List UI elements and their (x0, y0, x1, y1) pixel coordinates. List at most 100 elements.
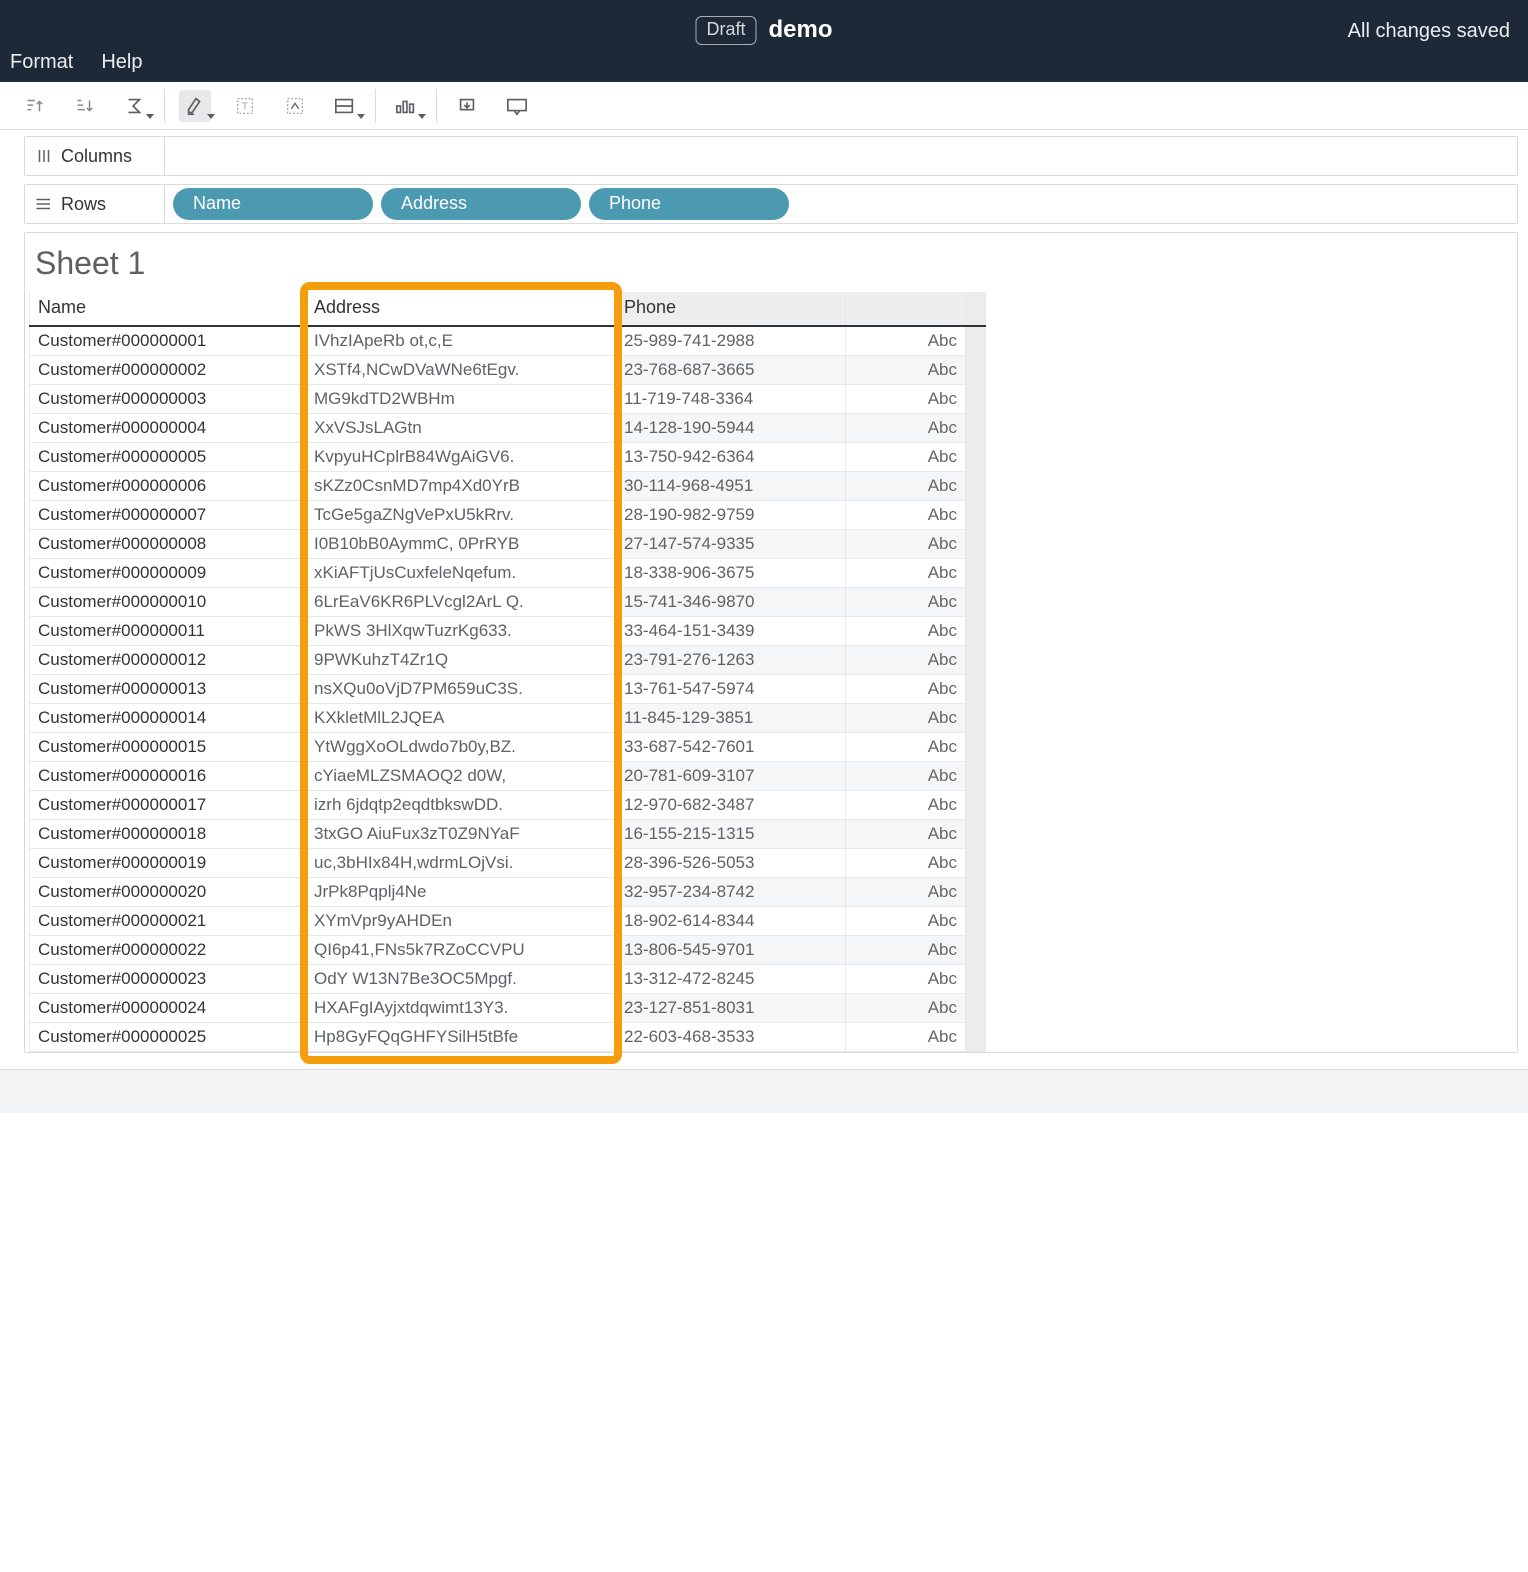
cell-phone: 30-114-968-4951 (616, 472, 846, 501)
cell-abc: Abc (846, 501, 966, 530)
table-row[interactable]: Customer#000000007TcGe5gaZNgVePxU5kRrv.2… (30, 501, 986, 530)
table-row[interactable]: Customer#000000025Hp8GyFQqGHFYSilH5tBfe2… (30, 1023, 986, 1052)
cell-name: Customer#000000014 (30, 704, 306, 733)
cell-name: Customer#000000011 (30, 617, 306, 646)
cell-address: HXAFgIAyjxtdqwimt13Y3. (306, 994, 616, 1023)
cell-name: Customer#000000017 (30, 791, 306, 820)
cell-abc: Abc (846, 994, 966, 1023)
columns-shelf-label: Columns (25, 137, 165, 175)
download-icon[interactable] (451, 90, 483, 122)
rows-pill-area[interactable]: NameAddressPhone (165, 188, 789, 220)
pill-name[interactable]: Name (173, 188, 373, 220)
table-row[interactable]: Customer#000000001IVhzIApeRb ot,c,E25-98… (30, 326, 986, 356)
cell-address: TcGe5gaZNgVePxU5kRrv. (306, 501, 616, 530)
scrollbar-track[interactable] (966, 292, 986, 326)
sort-descending-icon[interactable] (68, 90, 100, 122)
fit-icon[interactable] (329, 90, 361, 122)
pill-address[interactable]: Address (381, 188, 581, 220)
table-row[interactable]: Customer#000000008I0B10bB0AymmC, 0PrRYB2… (30, 530, 986, 559)
cell-abc: Abc (846, 907, 966, 936)
table-row[interactable]: Customer#000000016cYiaeMLZSMAOQ2 d0W,20-… (30, 762, 986, 791)
cell-name: Customer#000000003 (30, 385, 306, 414)
table-row[interactable]: Customer#000000005KvpyuHCplrB84WgAiGV6.1… (30, 443, 986, 472)
table-row[interactable]: Customer#000000023OdY W13N7Be3OC5Mpgf.13… (30, 965, 986, 994)
cell-address: KXkletMlL2JQEA (306, 704, 616, 733)
cell-name: Customer#000000006 (30, 472, 306, 501)
table-row[interactable]: Customer#000000004XxVSJsLAGtn14-128-190-… (30, 414, 986, 443)
cell-address: 3txGO AiuFux3zT0Z9NYaF (306, 820, 616, 849)
cell-phone: 18-902-614-8344 (616, 907, 846, 936)
cell-abc: Abc (846, 472, 966, 501)
table-row[interactable]: Customer#000000003MG9kdTD2WBHm11-719-748… (30, 385, 986, 414)
cell-name: Customer#000000010 (30, 588, 306, 617)
cell-abc: Abc (846, 849, 966, 878)
table-row[interactable]: Customer#000000013nsXQu0oVjD7PM659uC3S.1… (30, 675, 986, 704)
cell-abc: Abc (846, 965, 966, 994)
cell-address: sKZz0CsnMD7mp4Xd0YrB (306, 472, 616, 501)
cell-phone: 28-190-982-9759 (616, 501, 846, 530)
cell-name: Customer#000000005 (30, 443, 306, 472)
pill-phone[interactable]: Phone (589, 188, 789, 220)
table-row[interactable]: Customer#000000014KXkletMlL2JQEA11-845-1… (30, 704, 986, 733)
header-phone[interactable]: Phone (616, 292, 846, 326)
cell-phone: 23-791-276-1263 (616, 646, 846, 675)
table-row[interactable]: Customer#0000000106LrEaV6KR6PLVcgl2ArL Q… (30, 588, 986, 617)
cell-abc: Abc (846, 878, 966, 907)
show-me-icon[interactable] (390, 90, 422, 122)
totals-icon[interactable] (118, 90, 150, 122)
cell-abc: Abc (846, 646, 966, 675)
table-row[interactable]: Customer#000000022QI6p41,FNs5k7RZoCCVPU1… (30, 936, 986, 965)
cell-abc: Abc (846, 675, 966, 704)
cell-phone: 13-806-545-9701 (616, 936, 846, 965)
table-row[interactable]: Customer#0000000183txGO AiuFux3zT0Z9NYaF… (30, 820, 986, 849)
table-row[interactable]: Customer#000000017izrh 6jdqtp2eqdtbkswDD… (30, 791, 986, 820)
table-row[interactable]: Customer#000000019uc,3bHIx84H,wdrmLOjVsi… (30, 849, 986, 878)
cell-abc: Abc (846, 762, 966, 791)
table-row[interactable]: Customer#000000011PkWS 3HlXqwTuzrKg633.3… (30, 617, 986, 646)
text-label-icon[interactable]: T (229, 90, 261, 122)
cell-address: IVhzIApeRb ot,c,E (306, 326, 616, 356)
cell-address: KvpyuHCplrB84WgAiGV6. (306, 443, 616, 472)
cell-abc: Abc (846, 588, 966, 617)
table-row[interactable]: Customer#000000021XYmVpr9yAHDEn18-902-61… (30, 907, 986, 936)
menu-help[interactable]: Help (101, 51, 142, 74)
cell-address: 9PWKuhzT4Zr1Q (306, 646, 616, 675)
cell-phone: 13-312-472-8245 (616, 965, 846, 994)
rows-shelf[interactable]: Rows NameAddressPhone (24, 184, 1518, 224)
viz-canvas: Sheet 1 Name Address Phone Customer#0000… (24, 232, 1518, 1053)
cell-address: YtWggXoOLdwdo7b0y,BZ. (306, 733, 616, 762)
cell-address: 6LrEaV6KR6PLVcgl2ArL Q. (306, 588, 616, 617)
header-address[interactable]: Address (306, 292, 616, 326)
cell-address: xKiAFTjUsCuxfeleNqefum. (306, 559, 616, 588)
table-row[interactable]: Customer#000000024HXAFgIAyjxtdqwimt13Y3.… (30, 994, 986, 1023)
table-row[interactable]: Customer#000000020JrPk8Pqplj4Ne32-957-23… (30, 878, 986, 907)
presentation-icon[interactable] (501, 90, 533, 122)
cell-address: MG9kdTD2WBHm (306, 385, 616, 414)
highlight-icon[interactable] (179, 90, 211, 122)
sort-ascending-icon[interactable] (18, 90, 50, 122)
cell-name: Customer#000000022 (30, 936, 306, 965)
topbar: Draft demo All changes saved Format Help (0, 0, 1528, 82)
scrollbar[interactable] (966, 326, 986, 1052)
cell-phone: 13-761-547-5974 (616, 675, 846, 704)
menu-format[interactable]: Format (10, 51, 73, 74)
cell-name: Customer#000000007 (30, 501, 306, 530)
cell-name: Customer#000000012 (30, 646, 306, 675)
cell-address: OdY W13N7Be3OC5Mpgf. (306, 965, 616, 994)
cell-name: Customer#000000019 (30, 849, 306, 878)
cell-phone: 32-957-234-8742 (616, 878, 846, 907)
table-row[interactable]: Customer#000000009xKiAFTjUsCuxfeleNqefum… (30, 559, 986, 588)
table-row[interactable]: Customer#000000015YtWggXoOLdwdo7b0y,BZ.3… (30, 733, 986, 762)
header-name[interactable]: Name (30, 292, 306, 326)
group-icon[interactable] (279, 90, 311, 122)
cell-phone: 23-768-687-3665 (616, 356, 846, 385)
cell-phone: 12-970-682-3487 (616, 791, 846, 820)
table-row[interactable]: Customer#000000006sKZz0CsnMD7mp4Xd0YrB30… (30, 472, 986, 501)
cell-address: XYmVpr9yAHDEn (306, 907, 616, 936)
table-row[interactable]: Customer#000000002XSTf4,NCwDVaWNe6tEgv.2… (30, 356, 986, 385)
cell-phone: 11-845-129-3851 (616, 704, 846, 733)
table-row[interactable]: Customer#0000000129PWKuhzT4Zr1Q23-791-27… (30, 646, 986, 675)
sheet-title[interactable]: Sheet 1 (25, 243, 1517, 292)
columns-shelf[interactable]: Columns (24, 136, 1518, 176)
cell-abc: Abc (846, 704, 966, 733)
